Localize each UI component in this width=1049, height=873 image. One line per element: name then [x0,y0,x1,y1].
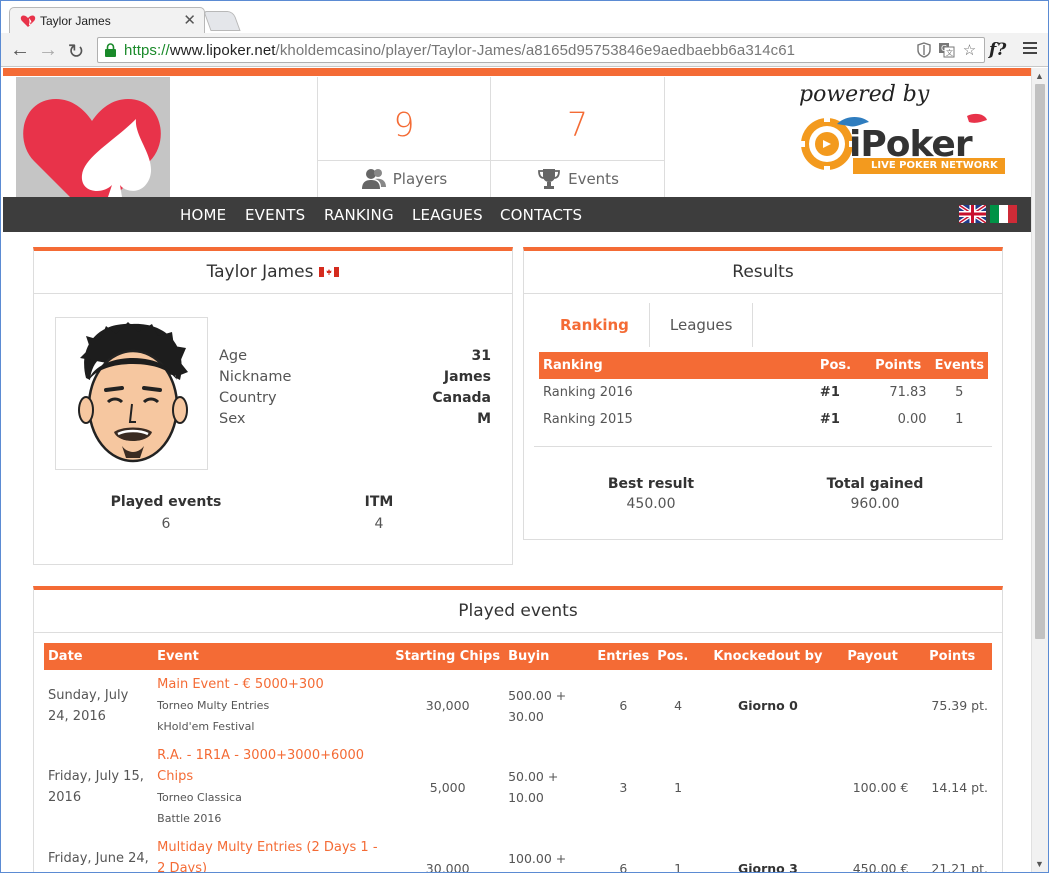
lipoker-brand-logo[interactable]: iPoker LIVE POKER NETWORK [797,110,1009,180]
players-label: Players [392,170,448,188]
powered-by-text: powered by [799,82,930,107]
divider [534,446,992,447]
tab-leagues[interactable]: Leagues [650,303,754,347]
tab-title: Taylor James [40,14,111,28]
browser-toolbar: ← → ↻ https://www.lipoker.net/kholdemcas… [1,33,1048,67]
player-name: Taylor James [206,262,314,282]
player-avatar [55,317,208,470]
player-panel: Taylor James Age 31 Nickname James Count… [33,247,513,565]
browser-tab[interactable]: Taylor James ✕ [9,7,205,34]
col-payout[interactable]: Payout [832,643,913,670]
nav-ranking[interactable]: RANKING [324,206,394,224]
shield-icon[interactable] [915,41,932,59]
reload-icon[interactable]: ↻ [65,39,87,64]
main-navbar: HOME EVENTS RANKING LEAGUES CONTACTS [3,197,1031,232]
brand-tagline: LIVE POKER NETWORK [871,160,998,171]
nav-leagues[interactable]: LEAGUES [412,206,483,224]
nav-home[interactable]: HOME [180,206,226,224]
table-row[interactable]: Friday, June 24, 2016 Multiday Multy Ent… [44,833,992,872]
event-link[interactable]: Main Event - € 5000+300 [157,674,387,695]
page-scrollbar[interactable]: ▲ ▼ [1031,68,1048,872]
info-age: Age 31 [219,348,491,364]
new-tab-button[interactable] [203,11,241,31]
brand-name: iPoker [849,124,973,165]
event-link[interactable]: Multiday Multy Entries (2 Days 1 - 2 Day… [157,837,387,872]
col-buyin[interactable]: Buyin [504,643,594,670]
lock-icon [105,43,116,57]
col-entries[interactable]: Entries [593,643,654,670]
top-accent-bar [3,68,1031,76]
table-row[interactable]: Ranking 2016 #1 71.83 5 [539,379,988,406]
player-info: Age 31 Nickname James Country Canada Sex M [219,348,491,432]
col-starting-chips[interactable]: Starting Chips [391,643,505,670]
nav-contacts[interactable]: CONTACTS [500,206,582,224]
events-table: Date Event Starting Chips Buyin Entries … [44,643,992,872]
back-arrow-icon[interactable]: ← [9,39,31,62]
info-sex: Sex M [219,411,491,427]
users-icon [361,169,386,189]
svg-text:文: 文 [946,48,953,57]
translate-icon[interactable]: G文 [938,41,955,59]
address-bar[interactable]: https://www.lipoker.net/kholdemcasino/pl… [97,37,985,63]
played-events-heading: Played events [34,590,1002,633]
scroll-up-arrow-icon[interactable]: ▲ [1035,71,1044,81]
forward-arrow-icon[interactable]: → [37,39,59,62]
played-events-stat: Played events 6 [110,494,222,532]
avatar-cartoon-icon [78,322,188,463]
scroll-down-arrow-icon[interactable]: ▼ [1035,859,1044,869]
col-pos[interactable]: Pos. [815,352,866,379]
ranking-table: Ranking Pos. Points Events Ranking 2016 … [539,352,988,433]
info-nickname: Nickname James [219,369,491,385]
uk-flag-icon[interactable] [959,205,986,223]
table-row[interactable]: Sunday, July 24, 2016 Main Event - € 500… [44,670,992,741]
canada-flag-icon [319,267,340,277]
events-count: 7 [567,105,588,144]
col-ranking[interactable]: Ranking [539,352,816,379]
bookmark-star-icon[interactable]: ☆ [961,41,978,59]
trophy-icon [538,169,560,189]
col-date[interactable]: Date [44,643,154,670]
tab-ranking[interactable]: Ranking [540,303,650,347]
col-pos[interactable]: Pos. [653,643,704,670]
menu-icon[interactable] [1023,42,1037,57]
browser-window: Taylor James ✕ ← → ↻ https://www.lipoker… [0,0,1049,873]
table-row[interactable]: Ranking 2015 #1 0.00 1 [539,406,988,433]
itm-stat: ITM 4 [364,494,394,532]
col-events[interactable]: Events [930,352,988,379]
best-result-stat: Best result 450.00 [607,476,695,512]
info-country: Country Canada [219,390,491,406]
italy-flag-icon[interactable] [990,205,1017,223]
event-link[interactable]: R.A. - 1R1A - 3000+3000+6000 Chips [157,745,387,787]
players-count: 9 [393,105,415,144]
events-stat[interactable]: 7 Events [491,77,665,197]
tab-bar: Taylor James ✕ [1,1,1048,34]
table-row[interactable]: Friday, July 15, 2016 R.A. - 1R1A - 3000… [44,741,992,833]
results-tabs: Ranking Leagues [540,303,754,347]
col-knockedout-by[interactable]: Knockedout by [703,643,833,670]
results-panel: Results Ranking Leagues Ranking Pos. Poi… [523,247,1003,540]
scrollbar-thumb[interactable] [1035,84,1045,639]
player-name-heading: Taylor James [34,251,512,294]
results-heading: Results [524,251,1002,294]
nav-events[interactable]: EVENTS [245,206,305,224]
events-label: Events [568,170,619,188]
col-points[interactable]: Points [912,643,992,670]
col-points[interactable]: Points [865,352,931,379]
col-event[interactable]: Event [153,643,392,670]
heart-favicon-icon [20,15,36,27]
total-gained-stat: Total gained 960.00 [826,476,924,512]
close-icon[interactable]: ✕ [183,11,196,29]
played-events-panel: Played events Date Event Starting Chips … [33,586,1003,872]
url-text: https://www.lipoker.net/kholdemcasino/pl… [124,42,796,59]
page-viewport: 9 Players 7 Events powered by iPoker LIV… [1,68,1031,872]
players-stat[interactable]: 9 Players [317,77,491,197]
extension-icon[interactable]: f? [989,40,1006,60]
